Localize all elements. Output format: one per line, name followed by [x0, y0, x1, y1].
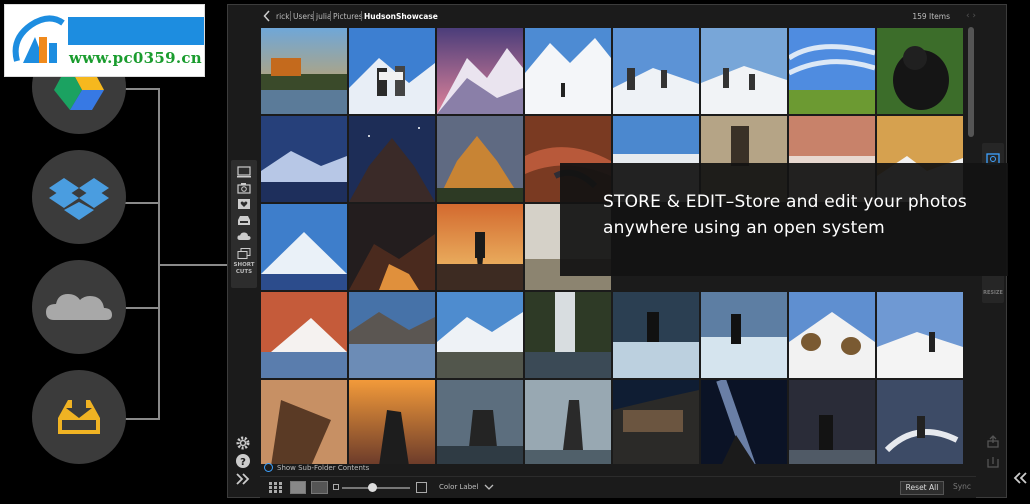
photo-thumbnail[interactable]	[789, 380, 875, 464]
breadcrumb-separator	[330, 11, 331, 21]
photo-thumbnail[interactable]	[701, 28, 787, 114]
dropbox-icon[interactable]	[32, 150, 126, 244]
thumb-size-small-icon	[333, 484, 339, 490]
camera-icon[interactable]	[237, 182, 251, 194]
photo-thumbnail[interactable]	[877, 28, 963, 114]
breadcrumb-bar: rick Users julia Pictures HudsonShowcase…	[260, 7, 978, 27]
photo-thumbnail[interactable]	[877, 292, 963, 378]
feature-caption-overlay: STORE & EDIT–Store and edit your photos …	[560, 163, 1008, 276]
breadcrumb-separator	[313, 11, 314, 21]
connector-trunk	[158, 89, 160, 420]
left-rail: SHORT CUTS ?	[228, 5, 260, 497]
thumb-size-slider-knob[interactable]	[368, 483, 377, 492]
back-chevron-icon[interactable]	[263, 10, 271, 22]
local-drive-icon[interactable]	[237, 214, 251, 226]
site-watermark: www.pc0359.cn	[4, 4, 205, 77]
reset-all-button[interactable]: Reset All	[900, 481, 944, 495]
onedrive-icon[interactable]	[32, 260, 126, 354]
cloud-icon[interactable]	[237, 230, 251, 242]
breadcrumb-item[interactable]: Pictures	[333, 12, 363, 21]
connector-branch	[120, 88, 160, 90]
breadcrumb-item[interactable]: rick	[276, 12, 290, 21]
bottom-toolbar: Color Label Reset All Sync	[260, 476, 976, 498]
sync-button[interactable]: Sync	[950, 481, 974, 495]
photo-thumbnail[interactable]	[613, 380, 699, 464]
photo-thumbnail[interactable]	[525, 28, 611, 114]
photo-thumbnail[interactable]	[701, 292, 787, 378]
photo-thumbnail[interactable]	[789, 28, 875, 114]
photo-thumbnail[interactable]	[261, 380, 347, 464]
watermark-banner	[68, 17, 204, 45]
shortcuts-label-line2: CUTS	[235, 269, 253, 275]
watermark-url: www.pc0359.cn	[69, 49, 202, 67]
photo-thumbnail[interactable]	[261, 28, 347, 114]
color-label-filter[interactable]: Color Label	[439, 483, 478, 491]
chevron-down-icon[interactable]	[484, 483, 494, 491]
page-nav-arrows-icon[interactable]: ‹ ›	[966, 11, 976, 21]
photo-thumbnail[interactable]	[437, 380, 523, 464]
photo-thumbnail[interactable]	[877, 380, 963, 464]
collapse-panel-icon[interactable]	[1012, 470, 1028, 486]
photo-thumbnail[interactable]	[349, 116, 435, 202]
detail-view-button[interactable]	[311, 481, 328, 494]
share-icon[interactable]	[986, 435, 1000, 449]
thumb-size-large-icon	[416, 482, 427, 493]
shortcuts-icon[interactable]	[237, 248, 251, 260]
shortcuts-label-line1: SHORT	[233, 262, 255, 268]
connector-branch	[120, 307, 160, 309]
settings-gear-icon[interactable]	[234, 435, 252, 451]
photo-thumbnail[interactable]	[613, 292, 699, 378]
show-subfolder-toggle[interactable]: Show Sub-Folder Contents	[264, 463, 369, 472]
photo-thumbnail[interactable]	[789, 292, 875, 378]
watermark-logo-icon	[12, 15, 65, 63]
resize-label: RESIZE	[983, 290, 1003, 296]
breadcrumb-item[interactable]: Users	[293, 12, 314, 21]
subfolder-radio[interactable]	[264, 463, 273, 472]
connector-branch	[120, 202, 160, 204]
photo-thumbnail[interactable]	[261, 204, 347, 290]
grid-view-icon[interactable]	[268, 481, 284, 494]
photo-thumbnail[interactable]	[261, 116, 347, 202]
photo-thumbnail[interactable]	[437, 204, 523, 290]
help-icon[interactable]: ?	[234, 453, 252, 469]
photo-thumbnail[interactable]	[613, 28, 699, 114]
computer-icon[interactable]	[237, 166, 251, 178]
photo-thumbnail[interactable]	[349, 28, 435, 114]
filmstrip-view-button[interactable]	[290, 481, 306, 494]
photo-thumbnail[interactable]	[349, 204, 435, 290]
feature-caption-text: STORE & EDIT–Store and edit your photos …	[603, 192, 967, 238]
favorites-icon[interactable]	[237, 198, 251, 210]
connector-to-app	[158, 264, 228, 266]
item-count: 159 Items	[912, 12, 950, 21]
photo-thumbnail[interactable]	[437, 292, 523, 378]
breadcrumb-separator	[290, 11, 291, 21]
photo-thumbnail[interactable]	[701, 380, 787, 464]
breadcrumb-separator	[361, 11, 362, 21]
local-drive-icon[interactable]	[32, 370, 126, 464]
photo-thumbnail[interactable]	[261, 292, 347, 378]
photo-thumbnail[interactable]	[437, 116, 523, 202]
shortcuts-panel: SHORT CUTS	[231, 160, 257, 288]
photo-thumbnail[interactable]	[437, 28, 523, 114]
export-icon[interactable]	[986, 455, 1000, 469]
breadcrumb-current: HudsonShowcase	[364, 12, 438, 21]
photo-thumbnail[interactable]	[349, 292, 435, 378]
photo-thumbnail[interactable]	[525, 292, 611, 378]
grid-scrollbar[interactable]	[968, 27, 974, 137]
photo-thumbnail[interactable]	[349, 380, 435, 464]
subfolder-label: Show Sub-Folder Contents	[277, 463, 370, 472]
connector-branch	[120, 418, 160, 420]
photo-thumbnail[interactable]	[525, 380, 611, 464]
expand-panel-icon[interactable]	[234, 471, 252, 487]
svg-text:?: ?	[240, 457, 246, 468]
